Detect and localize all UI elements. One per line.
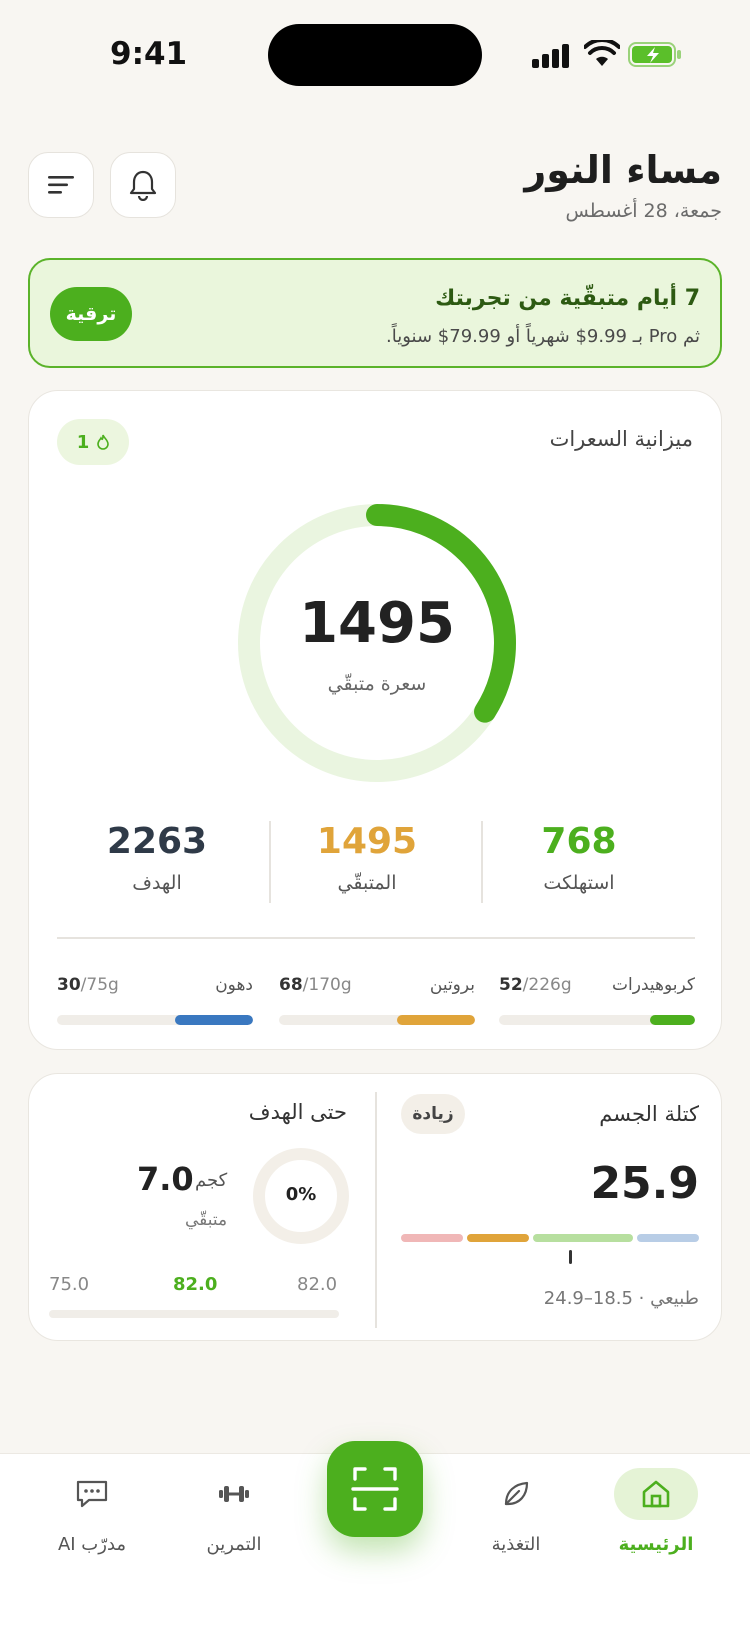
tab-nutrition-label: التغذية bbox=[491, 1534, 541, 1555]
bmi-value: 25.9 bbox=[590, 1158, 699, 1209]
bmi-range-label: طبيعي · 18.5–24.9 bbox=[543, 1288, 699, 1309]
tab-home-label: الرئيسية bbox=[618, 1534, 694, 1555]
notifications-button[interactable] bbox=[110, 152, 176, 218]
macro-carbs-fill bbox=[649, 1015, 695, 1025]
bmi-title: كتلة الجسم bbox=[599, 1102, 699, 1126]
signal-icon bbox=[532, 44, 572, 68]
macro-protein: بروتين 68/170g bbox=[279, 975, 475, 1025]
macro-carbs-amount: 52/226g bbox=[499, 975, 572, 995]
macro-protein-fill bbox=[396, 1015, 475, 1025]
scan-icon bbox=[351, 1467, 399, 1511]
goal-scale-start: 75.0 bbox=[49, 1274, 90, 1295]
flame-icon bbox=[97, 434, 110, 450]
tab-ai-coach-icon-wrap bbox=[50, 1468, 134, 1520]
calories-remaining-value: 1495 bbox=[299, 591, 455, 656]
date-label: جمعة، 28 أغسطس bbox=[565, 200, 722, 222]
stat-remaining-value: 1495 bbox=[316, 821, 418, 862]
tab-home[interactable]: الرئيسية bbox=[596, 1468, 716, 1588]
tab-workout-label: التمرين bbox=[206, 1534, 262, 1555]
stat-consumed-value: 768 bbox=[541, 821, 617, 862]
trial-subtitle: ثم Pro بـ 9.99$ شهرياً أو 79.99$ سنوياً. bbox=[386, 326, 700, 347]
stat-divider bbox=[269, 821, 271, 903]
goal-remaining-label: متبقّي bbox=[185, 1210, 228, 1230]
tab-ai-coach[interactable]: مدرّب AI bbox=[32, 1468, 152, 1588]
stat-goal: 2263 الهدف bbox=[57, 821, 257, 894]
streak-count: 1 bbox=[76, 431, 90, 453]
bmi-segment-over bbox=[467, 1234, 529, 1242]
card-divider bbox=[57, 937, 695, 939]
upgrade-button[interactable]: ترقية bbox=[50, 287, 132, 341]
dumbbell-icon bbox=[219, 1486, 249, 1502]
tab-nutrition[interactable]: التغذية bbox=[456, 1468, 576, 1588]
status-bar: 9:41 bbox=[0, 0, 750, 110]
goal-percent: 0% bbox=[285, 1184, 317, 1205]
tab-workout-icon-wrap bbox=[192, 1468, 276, 1520]
stat-consumed: 768 استهلكت bbox=[479, 821, 679, 894]
calories-remaining-label: سعرة متبقّي bbox=[327, 673, 427, 695]
tab-home-icon-wrap bbox=[614, 1468, 698, 1520]
bmi-goal-card: كتلة الجسم زيادة 25.9 طبيعي · 18.5–24.9 … bbox=[28, 1073, 722, 1341]
macro-carbs-label: كربوهيدرات bbox=[612, 975, 695, 995]
macro-fat: دهون 30/75g bbox=[57, 975, 253, 1025]
macro-protein-track bbox=[279, 1015, 475, 1025]
bmi-segment-obese bbox=[401, 1234, 463, 1242]
stat-remaining: 1495 المتبقّي bbox=[267, 821, 467, 894]
status-time: 9:41 bbox=[110, 36, 188, 72]
macro-fat-track bbox=[57, 1015, 253, 1025]
trial-banner: 7 أيام متبقّية من تجربتك ثم Pro بـ 9.99$… bbox=[28, 258, 722, 368]
goal-unit: كجم bbox=[195, 1170, 228, 1191]
dynamic-island bbox=[268, 24, 482, 86]
wifi-icon bbox=[584, 40, 620, 66]
trial-title: 7 أيام متبقّية من تجربتك bbox=[435, 286, 700, 311]
tab-nutrition-icon-wrap bbox=[474, 1468, 558, 1520]
macro-fat-fill bbox=[174, 1015, 253, 1025]
home-icon bbox=[642, 1480, 670, 1508]
menu-icon bbox=[48, 176, 74, 194]
chat-icon bbox=[76, 1480, 108, 1508]
bell-icon bbox=[129, 170, 157, 201]
card-vertical-divider bbox=[375, 1092, 377, 1328]
goal-title: حتى الهدف bbox=[248, 1100, 347, 1124]
macro-fat-label: دهون bbox=[215, 975, 253, 995]
goal-scale-current: 82.0 bbox=[173, 1274, 218, 1295]
macro-carbs-track bbox=[499, 1015, 695, 1025]
battery-icon bbox=[628, 42, 681, 67]
goal-scale-target: 82.0 bbox=[297, 1274, 338, 1295]
stat-divider bbox=[481, 821, 483, 903]
goal-remaining-value: 7.0 bbox=[137, 1160, 194, 1198]
bmi-marker bbox=[569, 1250, 572, 1264]
leaf-icon bbox=[504, 1481, 529, 1506]
macro-carbs: كربوهيدرات 52/226g bbox=[499, 975, 695, 1025]
bmi-status-badge: زيادة bbox=[401, 1094, 465, 1134]
scan-food-button[interactable] bbox=[327, 1441, 423, 1537]
tab-ai-coach-label: مدرّب AI bbox=[57, 1534, 127, 1555]
stat-consumed-label: استهلكت bbox=[543, 872, 615, 894]
menu-button[interactable] bbox=[28, 152, 94, 218]
streak-badge[interactable]: 1 bbox=[57, 419, 129, 465]
stat-goal-label: الهدف bbox=[132, 872, 182, 894]
calorie-card-title: ميزانية السعرات bbox=[549, 427, 693, 451]
greeting-title: مساء النور bbox=[524, 148, 722, 192]
stat-remaining-label: المتبقّي bbox=[337, 872, 397, 894]
calorie-card: ميزانية السعرات 1 1495 سعرة متبقّي 768 ا… bbox=[28, 390, 722, 1050]
macro-protein-label: بروتين bbox=[429, 975, 475, 995]
stat-goal-value: 2263 bbox=[106, 821, 208, 862]
tab-workout[interactable]: التمرين bbox=[174, 1468, 294, 1588]
bmi-segment-normal bbox=[533, 1234, 633, 1242]
macro-protein-amount: 68/170g bbox=[279, 975, 352, 995]
bmi-segment-under bbox=[637, 1234, 699, 1242]
goal-progress-track bbox=[49, 1310, 339, 1318]
macro-fat-amount: 30/75g bbox=[57, 975, 119, 995]
